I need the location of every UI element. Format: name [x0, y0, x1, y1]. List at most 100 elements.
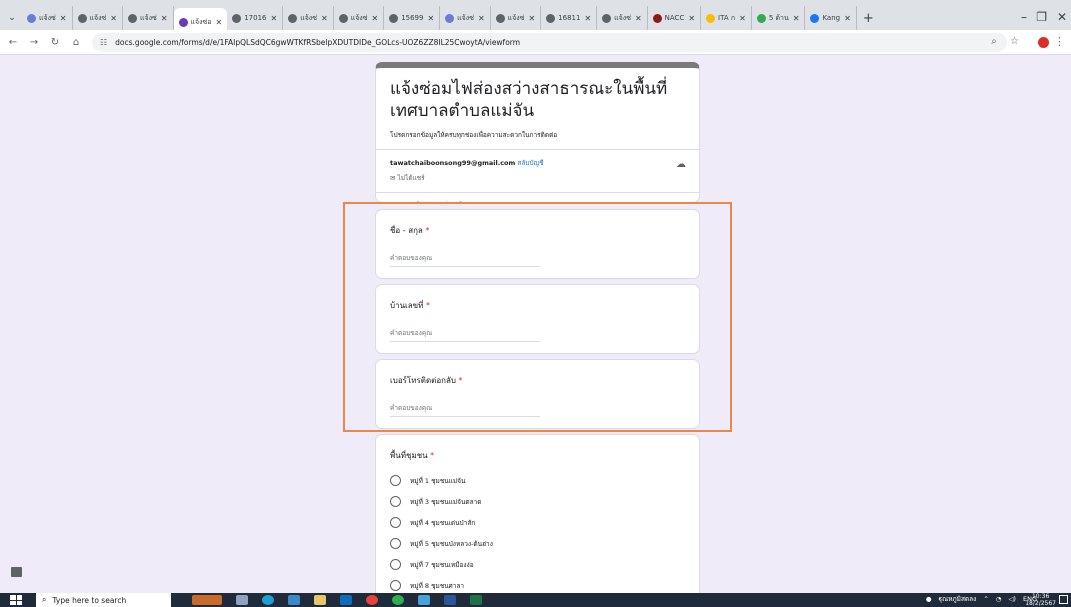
radio-option-label: หมู่ที่ 1 ชุมชนแม่จัน	[410, 476, 466, 485]
tab-close-icon[interactable]: ✕	[161, 14, 168, 23]
app-icon[interactable]	[418, 595, 430, 605]
tab-label: แจ้งซ่	[140, 13, 157, 22]
tab-close-icon[interactable]: ✕	[635, 14, 642, 23]
address-bar[interactable]: ☷ docs.google.com/forms/d/e/1FAIpQLSdQC6…	[92, 32, 1007, 52]
reload-icon[interactable]: ↻	[47, 37, 63, 48]
tab-favicon-icon	[495, 13, 505, 23]
notification-icon[interactable]	[1059, 595, 1068, 604]
forward-icon[interactable]: →	[26, 37, 42, 48]
clock[interactable]: 10:36 18/2/2567	[1025, 593, 1056, 607]
taskbar-search[interactable]: ⌕ Type here to search	[36, 593, 171, 607]
weather-icon[interactable]	[192, 595, 222, 605]
tab-favicon-icon	[652, 13, 662, 23]
tab-close-icon[interactable]: ✕	[478, 14, 485, 23]
tab-favicon-icon	[77, 13, 87, 23]
browser-tab[interactable]: NACC ✕	[648, 6, 702, 30]
new-tab-icon[interactable]: +	[863, 11, 874, 26]
radio-option[interactable]: หมู่ที่ 1 ชุมชนแม่จัน	[376, 470, 699, 491]
browser-tab[interactable]: 17016 ✕	[227, 6, 284, 30]
tray-user-label: ฐุณหภูมิสดลง	[938, 595, 977, 603]
windows-start-icon[interactable]	[10, 595, 22, 605]
back-icon[interactable]: ←	[5, 37, 21, 48]
tab-label: ITA ก	[718, 13, 736, 22]
pinned-apps	[185, 595, 489, 605]
tab-close-icon[interactable]: ✕	[844, 14, 851, 23]
radio-option[interactable]: หมู่ที่ 3 ชุมชนแม่จันตลาด	[376, 491, 699, 512]
radio-option-label: หมู่ที่ 5 ชุมชนป่งหลวง-ต้นฮ่าง	[410, 539, 493, 548]
browser-tab[interactable]: Kang ✕	[805, 6, 857, 30]
browser-tab[interactable]: แจ้งซ่ ✕	[597, 6, 648, 30]
minimize-icon[interactable]: –	[1021, 10, 1027, 24]
browser-tab[interactable]: แจ้งซ่ ✕	[440, 6, 491, 30]
tab-close-icon[interactable]: ✕	[216, 18, 223, 27]
browser-tab[interactable]: ITA ก ✕	[701, 6, 752, 30]
feedback-icon[interactable]	[11, 567, 22, 577]
browser-tab[interactable]: แจ้งซ่ ✕	[491, 6, 542, 30]
account-row: tawatchaiboonsong99@gmail.com สลับบัญชี …	[376, 150, 699, 170]
tab-close-icon[interactable]: ✕	[793, 14, 800, 23]
store-icon[interactable]	[288, 595, 300, 605]
radio-option[interactable]: หมู่ที่ 5 ชุมชนป่งหลวง-ต้นฮ่าง	[376, 533, 699, 554]
tab-close-icon[interactable]: ✕	[584, 14, 591, 23]
bookmark-star-icon[interactable]: ☆	[1010, 36, 1019, 47]
browser-tab[interactable]: 15699 ✕	[384, 6, 441, 30]
tab-close-icon[interactable]: ✕	[110, 14, 117, 23]
radio-circle-icon[interactable]	[390, 517, 401, 528]
chevron-up-icon[interactable]: ⌃	[983, 595, 988, 603]
network-icon[interactable]: ◔	[996, 595, 1002, 603]
question-label: พื้นที่ชุมชน *	[376, 435, 699, 470]
radio-circle-icon[interactable]	[390, 496, 401, 507]
radio-circle-icon[interactable]	[390, 475, 401, 486]
user-icon[interactable]: ●	[926, 595, 932, 603]
browser-tab[interactable]: แจ้งซ่ ✕	[334, 6, 385, 30]
switch-account-link[interactable]: สลับบัญชี	[517, 159, 543, 167]
question-title: พื้นที่ชุมชน	[390, 451, 428, 460]
file-explorer-icon[interactable]	[314, 595, 326, 605]
volume-icon[interactable]: ◁)	[1008, 595, 1016, 603]
radio-option[interactable]: หมู่ที่ 4 ชุมชนเด่นป่าสัก	[376, 512, 699, 533]
browser-tab[interactable]: แจ้งซ่ ✕	[123, 6, 174, 30]
tab-close-icon[interactable]: ✕	[270, 14, 277, 23]
radio-circle-icon[interactable]	[390, 580, 401, 591]
browser-tab[interactable]: แจ้งซ่ ✕	[22, 6, 73, 30]
profile-avatar[interactable]	[1038, 37, 1049, 48]
edge-icon[interactable]	[262, 595, 274, 605]
tab-close-icon[interactable]: ✕	[371, 14, 378, 23]
browser-tab[interactable]: 16811 ✕	[541, 6, 598, 30]
task-view-icon[interactable]	[236, 595, 248, 605]
radio-option-label: หมู่ที่ 3 ชุมชนแม่จันตลาด	[410, 497, 482, 506]
tab-close-icon[interactable]: ✕	[528, 14, 535, 23]
tab-close-icon[interactable]: ✕	[427, 14, 434, 23]
tab-favicon-icon	[546, 13, 556, 23]
tab-close-icon[interactable]: ✕	[739, 14, 746, 23]
not-shared-icon: ✉	[390, 174, 396, 182]
site-info-icon[interactable]: ☷	[100, 38, 107, 47]
radio-circle-icon[interactable]	[390, 559, 401, 570]
tab-label: 15699	[401, 14, 424, 22]
line-icon[interactable]	[392, 595, 404, 605]
tab-label: แจ้งซ่	[350, 13, 368, 22]
browser-menu-icon[interactable]: ⋮	[1054, 35, 1065, 48]
tab-close-icon[interactable]: ✕	[688, 14, 695, 23]
tab-search-icon[interactable]: ⌄	[4, 10, 20, 26]
tab-close-icon[interactable]: ✕	[60, 14, 67, 23]
radio-option[interactable]: หมู่ที่ 7 ชุมชนเหมืองง่อ	[376, 554, 699, 575]
word-icon[interactable]	[444, 595, 456, 605]
clock-time: 10:36	[1031, 593, 1050, 600]
browser-tab[interactable]: แจ้งซ่ ✕	[283, 6, 334, 30]
tab-close-icon[interactable]: ✕	[321, 14, 328, 23]
home-icon[interactable]: ⌂	[68, 37, 84, 48]
form-title: แจ้งซ่อมไฟส่องสว่างสาธารณะในพื้นที่เทศบา…	[390, 79, 668, 121]
system-tray: ● ฐุณหภูมิสดลง ⌃ ◔ ◁) ENG	[919, 594, 1037, 604]
browser-tab[interactable]: 5 ด้าน ✕	[752, 6, 806, 30]
radio-circle-icon[interactable]	[390, 538, 401, 549]
close-window-icon[interactable]: ✕	[1057, 10, 1067, 24]
chrome-icon[interactable]	[366, 595, 378, 605]
excel-icon[interactable]	[470, 595, 482, 605]
taskbar: ⌕ Type here to search ● ฐุณหภูมิสดลง ⌃ ◔…	[0, 593, 1071, 607]
zoom-icon[interactable]: ⌕	[991, 36, 997, 47]
browser-tab[interactable]: แจ้งซ่ ✕	[73, 6, 123, 30]
app-icon[interactable]	[340, 595, 352, 605]
restore-icon[interactable]: ❐	[1036, 10, 1047, 24]
question-card-community: พื้นที่ชุมชน * หมู่ที่ 1 ชุมชนแม่จันหมู่…	[375, 434, 700, 607]
